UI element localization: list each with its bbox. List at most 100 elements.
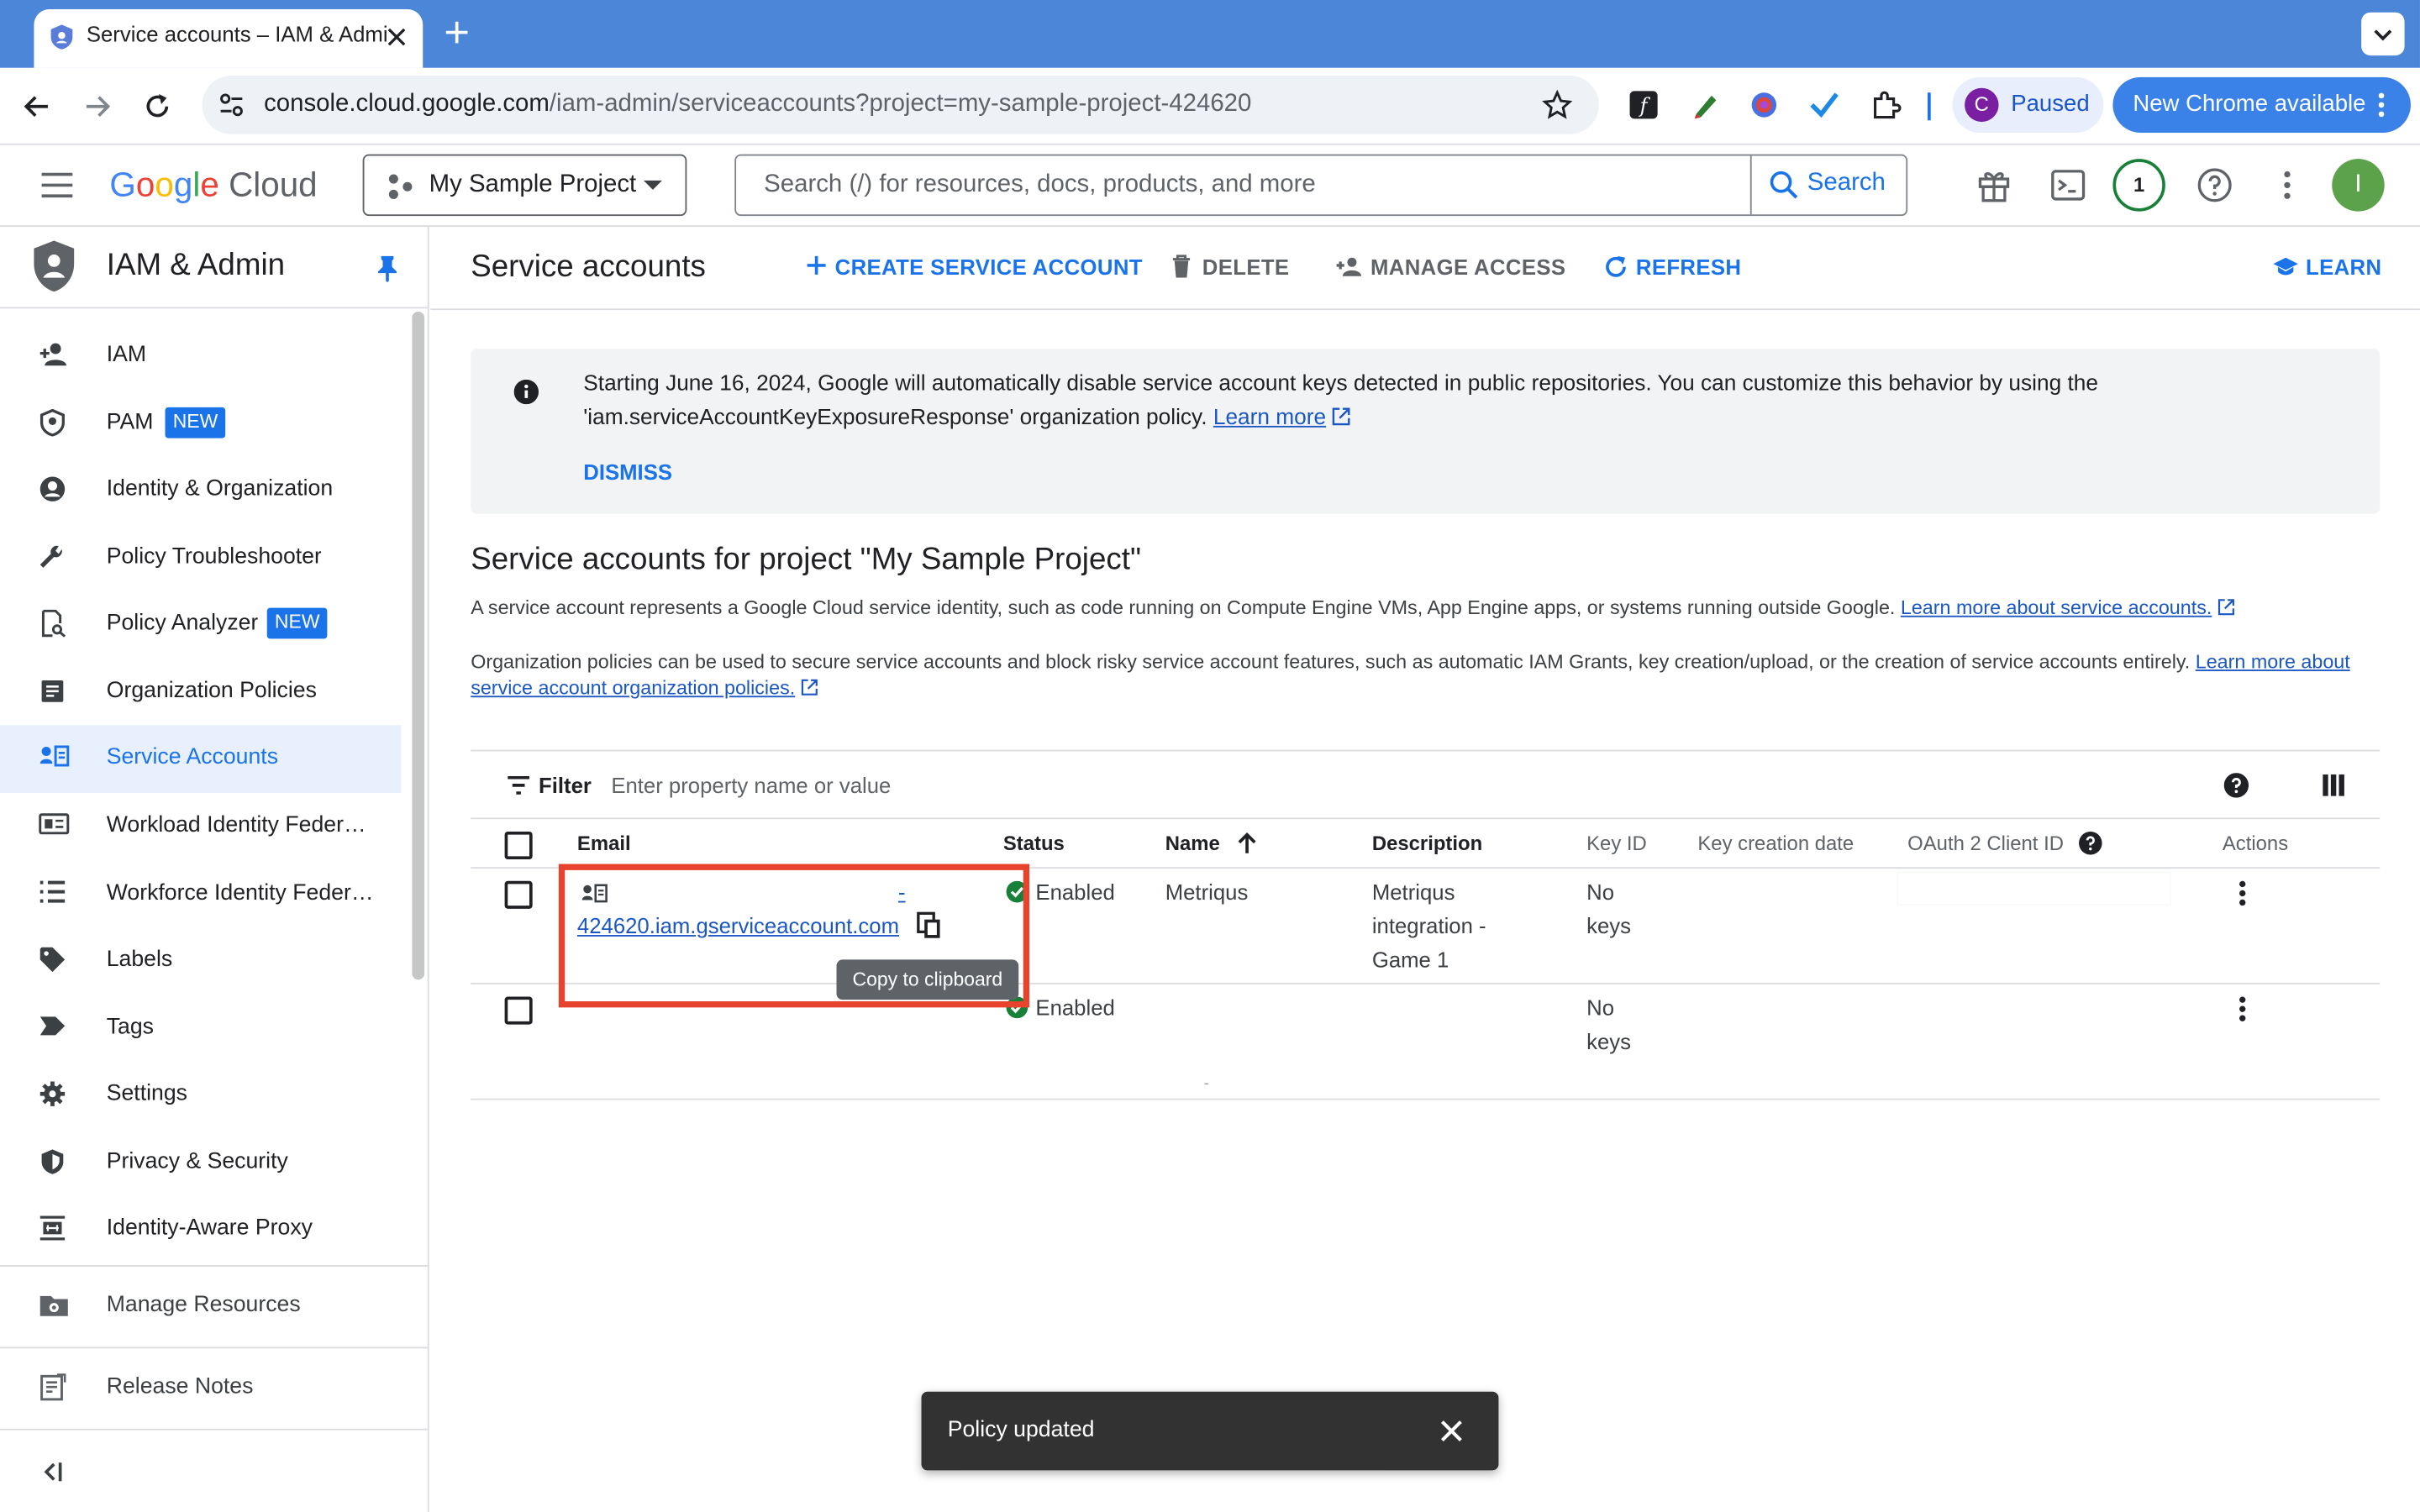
create-service-account-button[interactable]: CREATE SERVICE ACCOUNT bbox=[806, 255, 1143, 279]
column-header-description[interactable]: Description bbox=[1372, 832, 1482, 855]
sidebar-item-policy-analyzer[interactable]: Policy Analyzer NEW bbox=[0, 591, 402, 657]
refresh-label: REFRESH bbox=[1635, 255, 1742, 280]
sidebar-item-identity-aware-proxy[interactable]: Identity-Aware Proxy bbox=[0, 1195, 402, 1262]
more-vert-icon[interactable] bbox=[2238, 879, 2247, 907]
filter-label: Filter bbox=[539, 773, 592, 798]
sidebar-item-label: PAM bbox=[106, 410, 154, 435]
dismiss-button[interactable]: DISMISS bbox=[583, 459, 672, 484]
id-card-icon bbox=[39, 811, 70, 836]
sidebar-item-settings[interactable]: Settings bbox=[0, 1062, 402, 1128]
sidebar-item-organization-policies[interactable]: Organization Policies bbox=[0, 659, 402, 725]
help-icon[interactable] bbox=[2196, 166, 2233, 203]
sidebar-item-iam[interactable]: IAM bbox=[0, 323, 402, 389]
address-bar[interactable]: console.cloud.google.com/iam-admin/servi… bbox=[202, 75, 1599, 134]
sidebar-divider bbox=[0, 1347, 428, 1349]
browser-toolbar: console.cloud.google.com/iam-admin/servi… bbox=[0, 67, 2420, 145]
filter-input[interactable]: Enter property name or value bbox=[611, 773, 891, 797]
sidebar-item-privacy-security[interactable]: Privacy & Security bbox=[0, 1129, 402, 1195]
sidebar-item-release-notes[interactable]: Release Notes bbox=[0, 1355, 428, 1421]
sidebar-item-label: Labels bbox=[106, 947, 173, 973]
forward-arrow-icon[interactable] bbox=[82, 91, 113, 122]
column-display-icon[interactable] bbox=[2323, 774, 2344, 796]
row-checkbox[interactable] bbox=[504, 996, 533, 1025]
gear-icon bbox=[39, 1080, 66, 1108]
org-policies-text: Organization policies can be used to sec… bbox=[471, 651, 2191, 673]
list-icon bbox=[39, 879, 66, 904]
sidebar-item-label: Identity & Organization bbox=[106, 476, 334, 501]
extension-color-icon[interactable] bbox=[1749, 90, 1780, 121]
sidebar-item-identity-organization[interactable]: Identity & Organization bbox=[0, 457, 402, 523]
column-header-actions: Actions bbox=[2222, 831, 2289, 855]
extension-pen-icon[interactable] bbox=[1690, 90, 1721, 121]
cloud-shell-terminal-icon[interactable] bbox=[2049, 166, 2086, 203]
more-vert-icon[interactable] bbox=[2238, 995, 2247, 1023]
sidebar-item-labels[interactable]: Labels bbox=[0, 927, 402, 994]
notifications-badge[interactable]: 1 bbox=[2112, 159, 2165, 212]
extension-formula-icon[interactable]: f bbox=[1628, 90, 1660, 121]
update-chrome-button[interactable]: New Chrome available bbox=[2112, 76, 2411, 133]
sidebar-item-policy-troubleshooter[interactable]: Policy Troubleshooter bbox=[0, 524, 402, 591]
sidebar-item-service-accounts[interactable]: Service Accounts bbox=[0, 725, 402, 794]
sidebar-item-pam[interactable]: PAM NEW bbox=[0, 391, 402, 457]
more-vert-icon[interactable] bbox=[2281, 166, 2294, 203]
learn-button[interactable]: LEARN bbox=[2272, 255, 2382, 279]
sidebar-scrollbar[interactable] bbox=[412, 312, 425, 980]
delete-button[interactable]: DELETE bbox=[1171, 255, 1289, 279]
browser-tab[interactable]: Service accounts – IAM & Admin bbox=[34, 9, 424, 68]
tab-search-button[interactable] bbox=[2361, 12, 2405, 56]
new-tab-icon[interactable] bbox=[441, 17, 472, 48]
sidebar-item-label: Organization Policies bbox=[106, 679, 317, 704]
section-title: Service accounts for project "My Sample … bbox=[471, 543, 1142, 577]
hamburger-menu-icon[interactable] bbox=[40, 171, 74, 199]
name-cell: Metriqus bbox=[1165, 879, 1249, 905]
learn-more-service-accounts-link[interactable]: Learn more about service accounts. bbox=[1901, 597, 2212, 619]
manage-access-button[interactable]: MANAGE ACCESS bbox=[1335, 255, 1566, 279]
new-badge: NEW bbox=[266, 607, 328, 639]
refresh-button[interactable]: REFRESH bbox=[1603, 255, 1741, 279]
release-notes-icon bbox=[39, 1373, 66, 1401]
bookmark-star-icon[interactable] bbox=[1542, 89, 1573, 121]
pin-icon[interactable] bbox=[376, 255, 398, 283]
search-button-label: Search bbox=[1807, 170, 1886, 197]
gift-icon[interactable] bbox=[1975, 166, 2012, 203]
row-checkbox[interactable] bbox=[504, 880, 533, 909]
collapse-sidebar-icon[interactable] bbox=[40, 1461, 65, 1483]
project-hierarchy-icon bbox=[386, 173, 413, 201]
account-avatar[interactable]: I bbox=[2332, 159, 2385, 212]
info-banner: Starting June 16, 2024, Google will auto… bbox=[471, 349, 2381, 514]
list-doc-icon bbox=[39, 677, 66, 705]
banner-learn-more-link[interactable]: Learn more bbox=[1213, 406, 1326, 430]
wrench-icon bbox=[39, 543, 66, 571]
sort-ascending-icon bbox=[1238, 832, 1256, 853]
site-settings-icon[interactable] bbox=[218, 92, 245, 117]
search-input[interactable]: Search (/) for resources, docs, products… bbox=[764, 171, 1316, 199]
delete-label: DELETE bbox=[1202, 255, 1290, 280]
sidebar-item-manage-resources[interactable]: Manage Resources bbox=[0, 1273, 428, 1339]
learn-label: LEARN bbox=[2306, 255, 2382, 280]
project-picker[interactable]: My Sample Project bbox=[362, 154, 687, 217]
search-button[interactable]: Search bbox=[1749, 155, 1907, 215]
column-header-key-id: Key ID bbox=[1586, 831, 1647, 855]
column-header-email[interactable]: Email bbox=[577, 832, 631, 855]
extensions-puzzle-icon[interactable] bbox=[1870, 90, 1902, 121]
google-cloud-logo[interactable]: Google Cloud bbox=[109, 165, 317, 206]
profile-paused-button[interactable]: C Paused bbox=[1952, 76, 2104, 133]
person-add-icon bbox=[39, 341, 70, 369]
close-icon[interactable] bbox=[383, 24, 411, 51]
column-header-name[interactable]: Name bbox=[1165, 832, 1256, 855]
column-header-status[interactable]: Status bbox=[1003, 832, 1065, 855]
key-id-cell: No keys bbox=[1586, 879, 1632, 938]
extension-check-icon[interactable] bbox=[1809, 90, 1840, 121]
service-account-icon bbox=[39, 743, 70, 768]
search-bar[interactable]: Search (/) for resources, docs, products… bbox=[734, 154, 1908, 217]
url-host: console.cloud.google.com bbox=[264, 91, 550, 118]
select-all-checkbox[interactable] bbox=[504, 831, 533, 860]
sidebar-item-tags[interactable]: Tags bbox=[0, 995, 402, 1062]
sidebar-item-workload-identity[interactable]: Workload Identity Federat... bbox=[0, 793, 402, 859]
close-icon[interactable] bbox=[1440, 1420, 1464, 1443]
back-arrow-icon[interactable] bbox=[22, 91, 53, 122]
page-action-bar: Service accounts CREATE SERVICE ACCOUNT … bbox=[430, 227, 2420, 311]
sidebar-item-workforce-identity[interactable]: Workforce Identity Federa... bbox=[0, 861, 402, 927]
help-icon[interactable] bbox=[2223, 773, 2249, 798]
reload-icon[interactable] bbox=[142, 91, 173, 122]
